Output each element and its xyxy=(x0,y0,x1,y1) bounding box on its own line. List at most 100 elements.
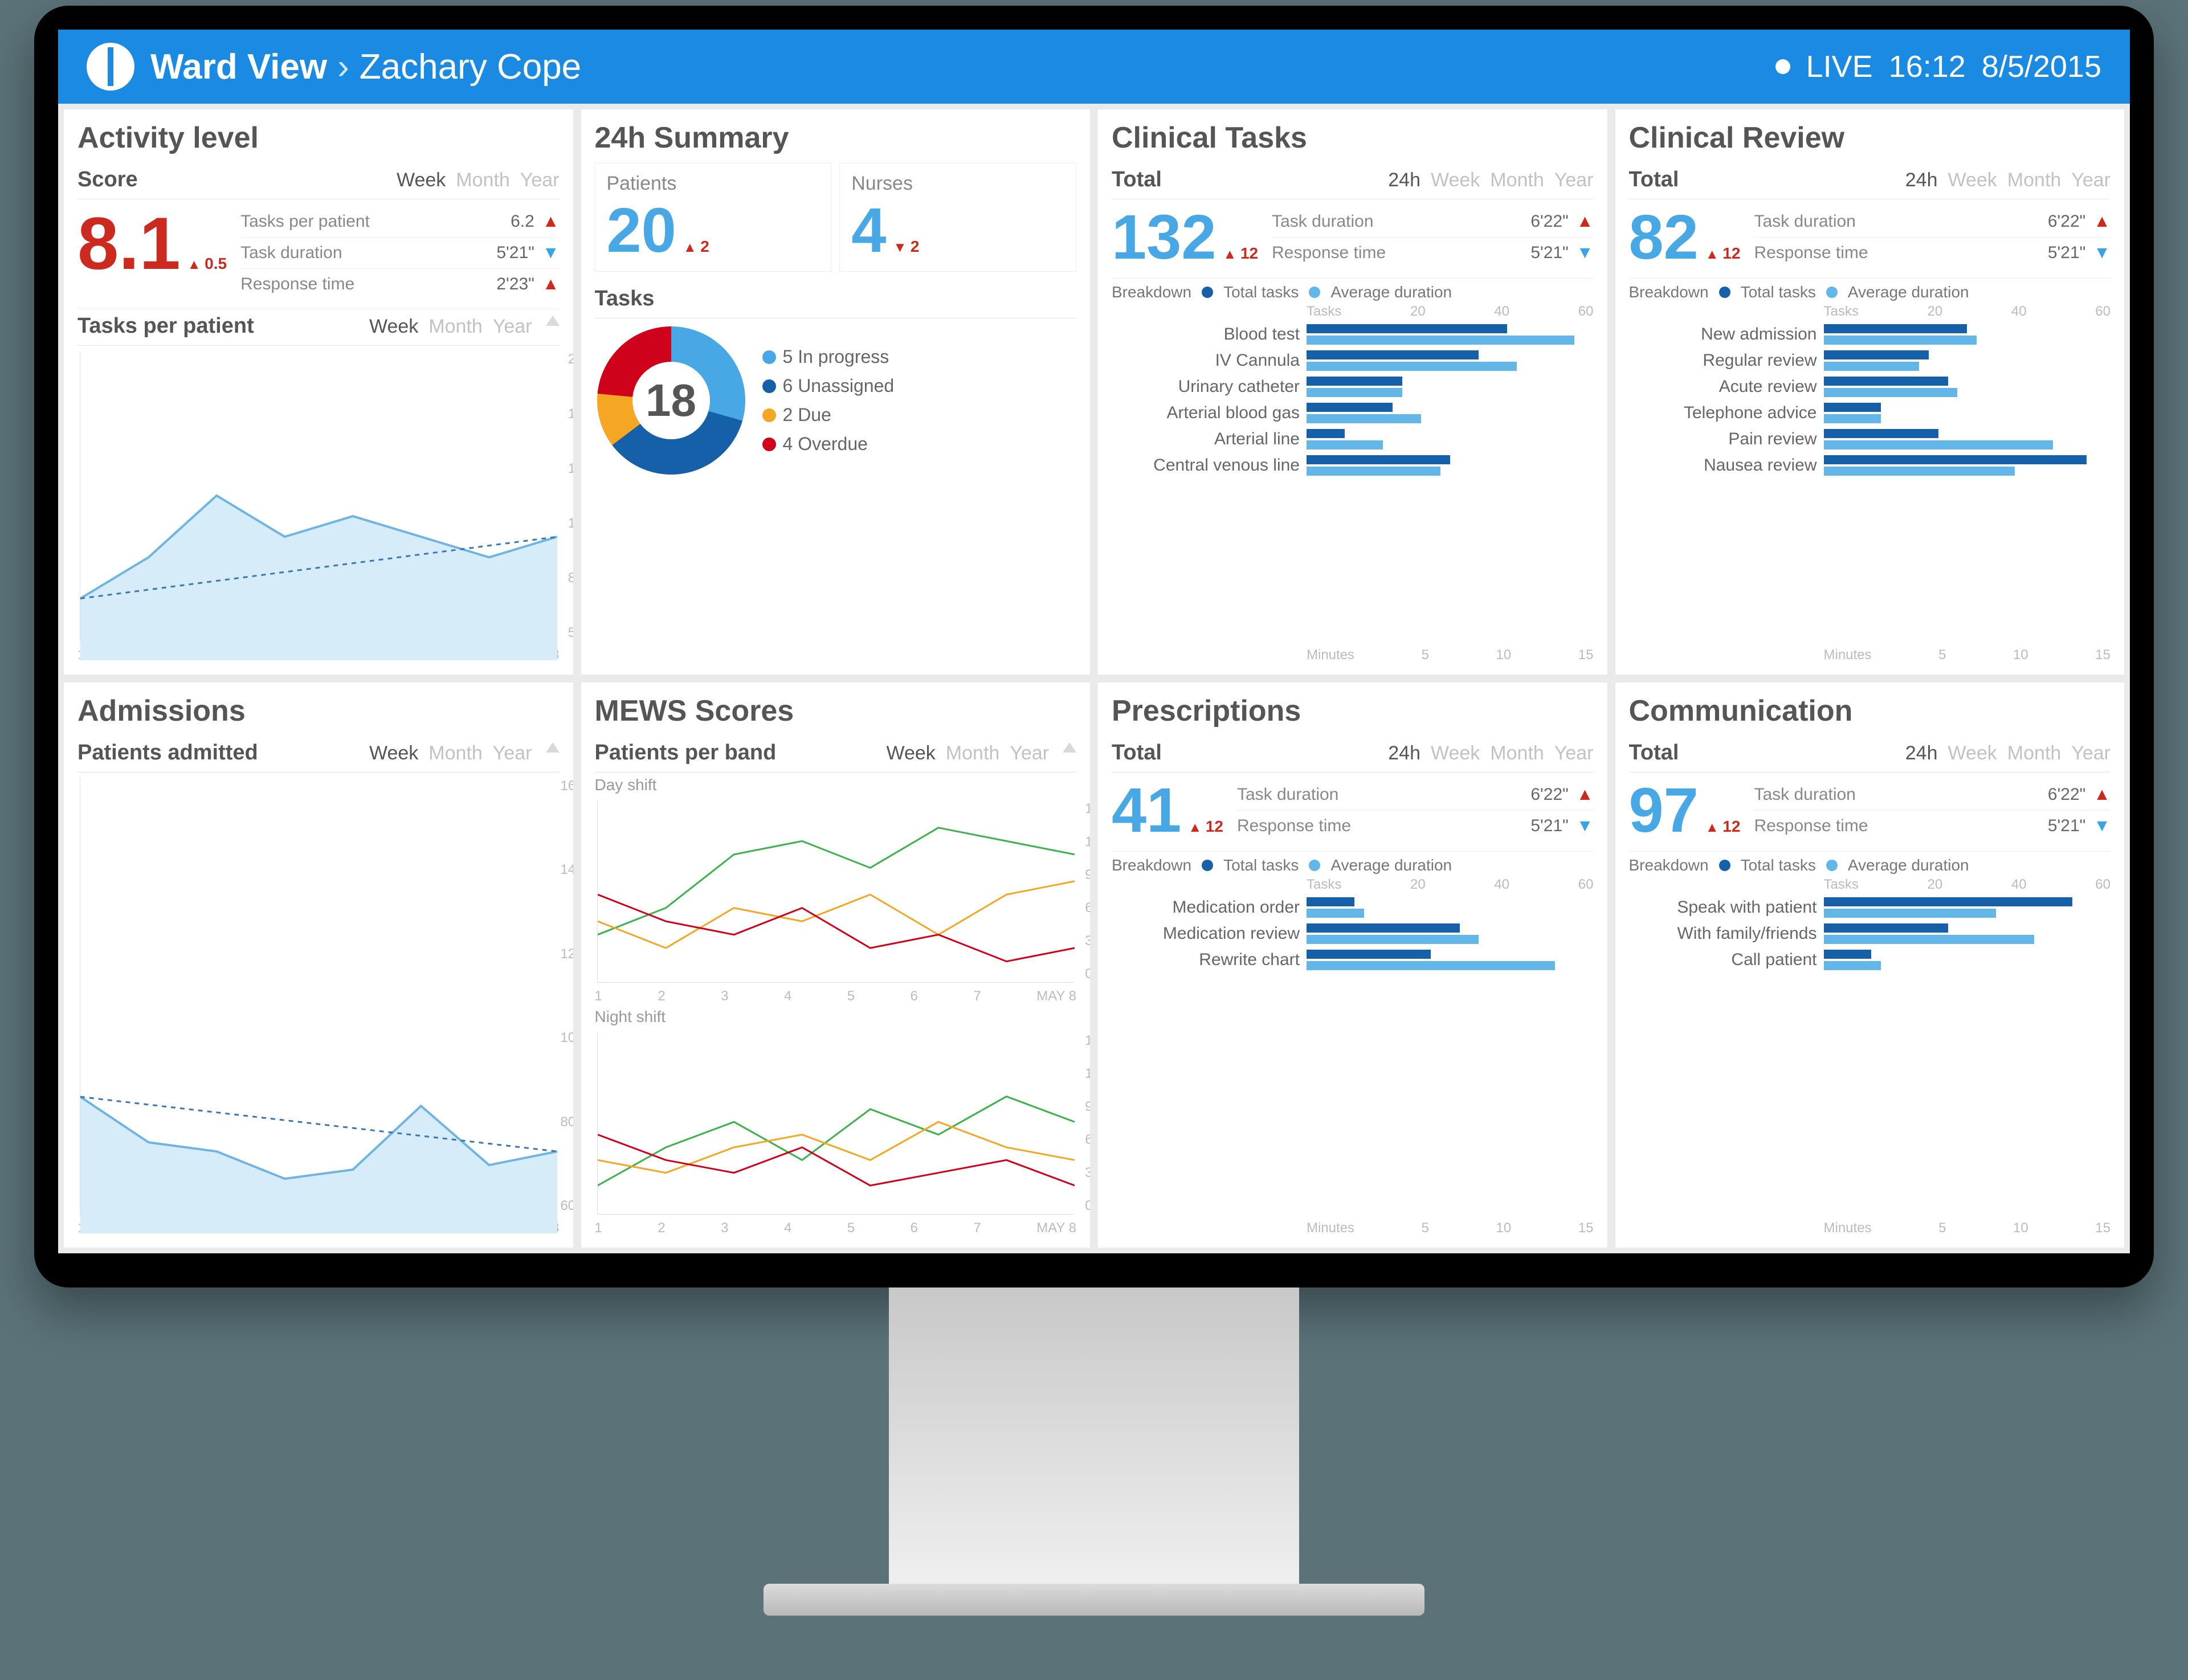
range-week[interactable]: Week xyxy=(369,742,418,765)
range-year[interactable]: Year xyxy=(520,169,560,191)
legend-text: 6 Unassigned xyxy=(783,375,895,397)
range-year[interactable]: Year xyxy=(1010,742,1049,765)
trend-up-icon: ▲ xyxy=(2093,212,2111,231)
per-band-label: Patients per band xyxy=(595,741,777,765)
bar-category: Arterial line xyxy=(1112,430,1300,449)
metric-label: Task duration xyxy=(1754,785,1855,804)
range-year[interactable]: Year xyxy=(493,316,532,338)
bar-avg xyxy=(1824,961,1881,970)
header-time: 16:12 xyxy=(1889,49,1966,84)
tasks-label: Tasks xyxy=(595,287,655,311)
chart-mews-day: 15129630 xyxy=(597,801,1075,983)
range-month[interactable]: Month xyxy=(456,169,510,191)
total-label: Total xyxy=(1112,167,1162,192)
range-24h[interactable]: 24h xyxy=(1388,742,1420,765)
panel-title: Clinical Review xyxy=(1629,121,2111,155)
range-week[interactable]: Week xyxy=(1948,742,1997,765)
axis-tick: 40 xyxy=(2011,877,2027,893)
total-label: Total xyxy=(1629,167,1679,192)
expand-icon[interactable] xyxy=(546,316,560,326)
patients-delta: 2 xyxy=(683,238,709,256)
axis-tick: 5 xyxy=(1422,1220,1429,1236)
metric-label: Response time xyxy=(1237,816,1351,836)
bar-total xyxy=(1307,455,1450,464)
breakdown-label: Breakdown xyxy=(1629,856,1709,874)
bar-category: Regular review xyxy=(1629,351,1817,370)
range-week[interactable]: Week xyxy=(1948,169,1997,191)
breadcrumb-patient[interactable]: Zachary Cope xyxy=(360,47,581,87)
legend-swatch-icon xyxy=(762,438,776,451)
breakdown-label: Breakdown xyxy=(1629,283,1709,301)
bar-total xyxy=(1824,377,1948,386)
range-month[interactable]: Month xyxy=(428,316,483,338)
screen: Ward View › Zachary Cope LIVE 16:12 8/5/… xyxy=(58,30,2130,1253)
range-week[interactable]: Week xyxy=(887,742,936,765)
bar-avg xyxy=(1824,935,2034,944)
axis-minutes-label: Minutes xyxy=(1824,1220,1872,1236)
panel-admissions: Admissions Patients admitted Week Month … xyxy=(64,682,573,1248)
range-month[interactable]: Month xyxy=(1490,742,1544,765)
range-week[interactable]: Week xyxy=(397,169,446,191)
task-metrics: Task duration6'22"▲Response time5'21"▼ xyxy=(1272,206,1593,269)
axis-tasks-label: Tasks xyxy=(1307,877,1341,893)
axis-tick: 60 xyxy=(1578,304,1594,320)
axis-tick: 20 xyxy=(1410,304,1426,320)
range-selector: Week Month Year xyxy=(397,169,560,191)
bar-total xyxy=(1307,350,1479,359)
range-week[interactable]: Week xyxy=(369,316,418,338)
legend-swatch-icon xyxy=(762,350,776,364)
axis-tick: 15 xyxy=(1578,1220,1594,1236)
legend-swatch-icon xyxy=(1309,287,1320,298)
range-24h[interactable]: 24h xyxy=(1905,169,1938,191)
range-year[interactable]: Year xyxy=(1554,169,1594,191)
panel-activity: Activity level Score Week Month Year 8.1… xyxy=(64,109,573,675)
range-month[interactable]: Month xyxy=(2007,742,2062,765)
axis-tasks-label: Tasks xyxy=(1307,304,1341,320)
legend-swatch-icon xyxy=(1826,860,1838,871)
axis-minutes-label: Minutes xyxy=(1307,647,1354,663)
bar-total xyxy=(1824,350,1929,359)
range-month[interactable]: Month xyxy=(2007,169,2062,191)
range-year[interactable]: Year xyxy=(493,742,532,765)
range-year[interactable]: Year xyxy=(2071,742,2111,765)
dashboard-grid: Activity level Score Week Month Year 8.1… xyxy=(58,104,2130,1253)
range-month[interactable]: Month xyxy=(428,742,483,765)
range-24h[interactable]: 24h xyxy=(1905,742,1938,765)
bar-category: Rewrite chart xyxy=(1112,950,1300,970)
metric-label: Task duration xyxy=(1237,785,1338,804)
trend-down-icon: ▼ xyxy=(2093,816,2111,836)
expand-icon[interactable] xyxy=(1063,742,1076,753)
panel-clinical-tasks: Clinical Tasks Total 24h Week Month Year… xyxy=(1098,109,1607,675)
metric-value: 6.2 xyxy=(511,212,534,231)
total-label: Total xyxy=(1629,741,1679,765)
bar-category: Call patient xyxy=(1629,950,1817,970)
panel-mews: MEWS Scores Patients per band Week Month… xyxy=(581,682,1091,1248)
bar-category: IV Cannula xyxy=(1112,351,1300,370)
range-month[interactable]: Month xyxy=(946,742,1000,765)
trend-down-icon: ▼ xyxy=(542,243,560,263)
trend-down-icon: ▼ xyxy=(1577,816,1594,836)
panel-title: Activity level xyxy=(77,121,560,155)
range-year[interactable]: Year xyxy=(1554,742,1594,765)
legend-total: Total tasks xyxy=(1741,856,1816,874)
header-date: 8/5/2015 xyxy=(1982,49,2101,84)
bar-avg xyxy=(1307,414,1421,423)
range-month[interactable]: Month xyxy=(1490,169,1544,191)
bar-total xyxy=(1824,897,2072,906)
legend-total: Total tasks xyxy=(1741,283,1816,301)
range-24h[interactable]: 24h xyxy=(1388,169,1420,191)
total-value: 82 xyxy=(1629,206,1699,269)
legend-swatch-icon xyxy=(762,379,776,393)
range-week[interactable]: Week xyxy=(1431,169,1480,191)
range-year[interactable]: Year xyxy=(2071,169,2111,191)
legend-swatch-icon xyxy=(1719,860,1730,871)
metric-value: 5'21" xyxy=(496,243,534,263)
axis-tick: 60 xyxy=(2095,304,2111,320)
bar-total xyxy=(1307,950,1431,959)
expand-icon[interactable] xyxy=(546,742,560,753)
bar-total xyxy=(1824,923,1948,933)
tasks-legend: 5 In progress 6 Unassigned 2 Due 4 Overd… xyxy=(762,346,895,455)
bar-category: Urinary catheter xyxy=(1112,377,1300,397)
activity-score-delta: 0.5 xyxy=(187,255,227,273)
range-week[interactable]: Week xyxy=(1431,742,1480,765)
